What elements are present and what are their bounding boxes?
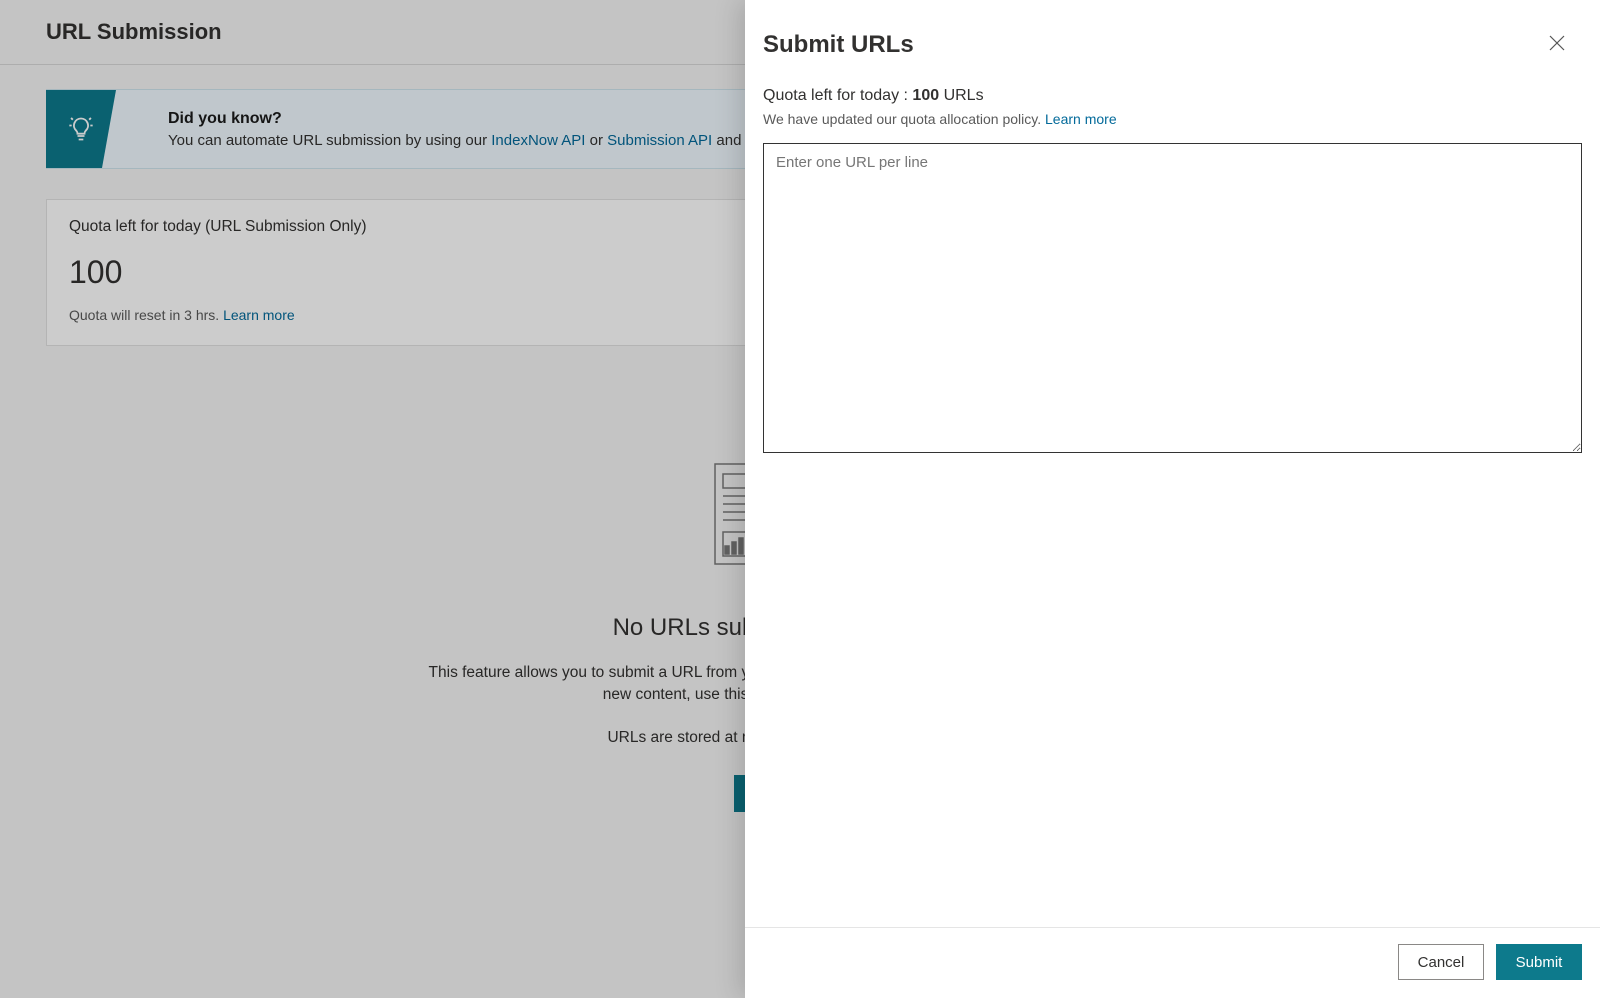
close-icon: [1548, 34, 1566, 52]
quota-prefix: Quota left for today :: [763, 87, 912, 104]
submit-urls-panel: Submit URLs Quota left for today : 100 U…: [745, 0, 1600, 998]
policy-text: We have updated our quota allocation pol…: [763, 111, 1045, 127]
panel-footer: Cancel Submit: [745, 927, 1600, 998]
panel-body: Quota left for today : 100 URLs We have …: [745, 67, 1600, 927]
cancel-button[interactable]: Cancel: [1398, 944, 1484, 980]
panel-quota-line: Quota left for today : 100 URLs: [763, 87, 1582, 105]
close-button[interactable]: [1544, 30, 1570, 59]
quota-value: 100: [912, 87, 939, 104]
panel-policy-line: We have updated our quota allocation pol…: [763, 111, 1582, 127]
url-input-textarea[interactable]: [763, 143, 1582, 453]
panel-header: Submit URLs: [745, 0, 1600, 67]
submit-button[interactable]: Submit: [1496, 944, 1582, 980]
panel-title: Submit URLs: [763, 31, 914, 59]
quota-suffix: URLs: [939, 87, 983, 104]
policy-learn-more-link[interactable]: Learn more: [1045, 111, 1117, 127]
